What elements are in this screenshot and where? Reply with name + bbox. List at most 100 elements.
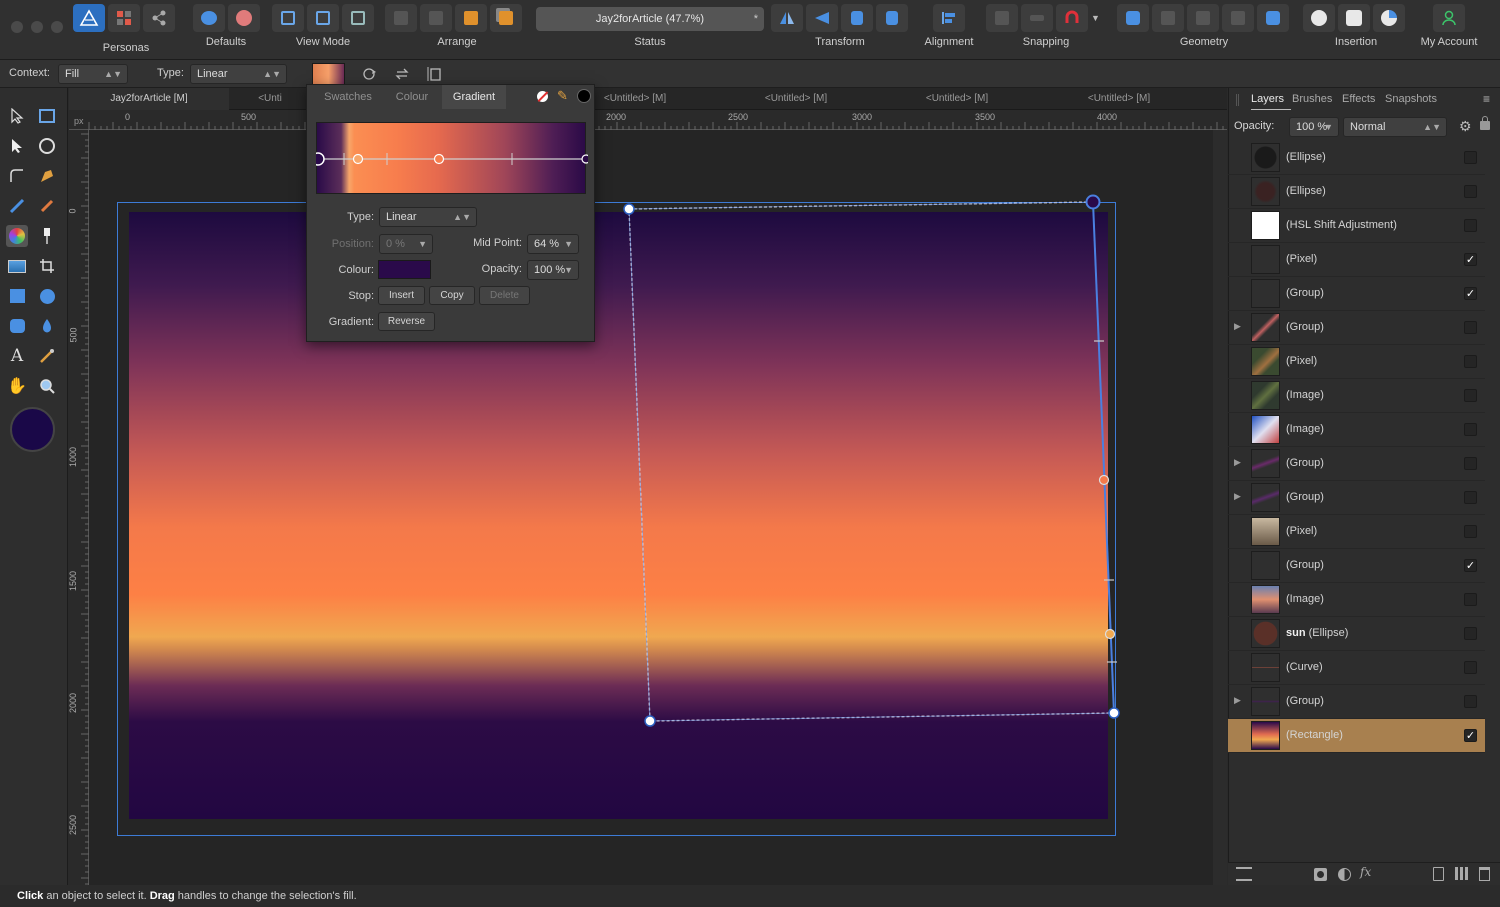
- add-pixel-layer-icon[interactable]: [1433, 867, 1444, 881]
- flip-horizontal-icon[interactable]: [771, 4, 803, 32]
- boolean-xor-icon[interactable]: [1222, 4, 1254, 32]
- adjustment-layer-icon[interactable]: [1338, 868, 1351, 881]
- layer-visibility-checkbox[interactable]: ✓: [1464, 559, 1477, 572]
- point-transform-tool-icon[interactable]: [36, 135, 58, 157]
- window-zoom-button[interactable]: [51, 21, 63, 33]
- snapping-options-chevron-icon[interactable]: ▼: [1091, 4, 1101, 32]
- layer-visibility-checkbox[interactable]: [1464, 185, 1477, 198]
- eyedropper-icon[interactable]: ✎: [557, 88, 568, 104]
- layer-stack-icon[interactable]: [1236, 867, 1252, 881]
- view-mode-clip-icon[interactable]: [307, 4, 339, 32]
- layer-row[interactable]: ▶ (Group): [1228, 311, 1485, 345]
- fill-tool-icon[interactable]: [6, 225, 28, 247]
- vector-brush-tool-icon[interactable]: [36, 195, 58, 217]
- layer-row[interactable]: (Group) ✓: [1228, 549, 1485, 583]
- expand-arrow-icon[interactable]: ▶: [1234, 491, 1241, 502]
- layer-row[interactable]: (Curve): [1228, 651, 1485, 685]
- pen-tool-icon[interactable]: [36, 165, 58, 187]
- layer-row[interactable]: ▶ (Group): [1228, 685, 1485, 719]
- gradient-stop[interactable]: [581, 154, 588, 164]
- rotate-left-icon[interactable]: [841, 4, 873, 32]
- no-fill-icon[interactable]: [537, 91, 548, 102]
- layer-row[interactable]: (Image): [1228, 413, 1485, 447]
- layer-visibility-checkbox[interactable]: [1464, 219, 1477, 232]
- layer-row[interactable]: ▶ (Group): [1228, 447, 1485, 481]
- copy-stop-button[interactable]: Copy: [429, 286, 475, 305]
- gp-opacity-field[interactable]: 100 % ▼: [527, 260, 579, 280]
- tab-gradient[interactable]: Gradient: [442, 85, 506, 109]
- expand-arrow-icon[interactable]: ▶: [1234, 695, 1241, 706]
- layer-visibility-checkbox[interactable]: [1464, 355, 1477, 368]
- layer-row[interactable]: (Ellipse): [1228, 175, 1485, 209]
- panel-grip-icon[interactable]: [1236, 94, 1239, 106]
- expand-arrow-icon[interactable]: ▶: [1234, 321, 1241, 332]
- move-back-one-icon[interactable]: [420, 4, 452, 32]
- panel-menu-icon[interactable]: ≡: [1483, 92, 1490, 106]
- designer-persona-icon[interactable]: [73, 4, 105, 32]
- boolean-subtract-icon[interactable]: [1152, 4, 1184, 32]
- snap-pixel-icon[interactable]: [1021, 4, 1053, 32]
- view-mode-artboard-icon[interactable]: [342, 4, 374, 32]
- artboard-tool-icon[interactable]: [36, 105, 58, 127]
- layer-visibility-checkbox[interactable]: [1464, 695, 1477, 708]
- pixel-persona-icon[interactable]: [108, 4, 140, 32]
- move-tool-icon[interactable]: [6, 105, 28, 127]
- layer-row[interactable]: (Ellipse): [1228, 141, 1485, 175]
- layer-visibility-checkbox[interactable]: [1464, 457, 1477, 470]
- layer-visibility-checkbox[interactable]: [1464, 491, 1477, 504]
- view-tool-icon[interactable]: ✋: [6, 375, 28, 397]
- aspect-fill-icon[interactable]: [424, 63, 446, 85]
- add-group-icon[interactable]: [1455, 867, 1468, 880]
- flip-vertical-icon[interactable]: [806, 4, 838, 32]
- reverse-fill-icon[interactable]: [358, 63, 380, 85]
- transparency-tool-icon[interactable]: [36, 225, 58, 247]
- node-tool-icon[interactable]: [6, 135, 28, 157]
- rectangle-tool-icon[interactable]: [6, 285, 28, 307]
- window-close-button[interactable]: [11, 21, 23, 33]
- revert-defaults-icon[interactable]: [228, 4, 260, 32]
- layer-opacity-field[interactable]: 100 % ▼: [1289, 117, 1339, 137]
- layer-settings-gear-icon[interactable]: ⚙: [1459, 118, 1472, 135]
- tab-layers[interactable]: Layers: [1251, 93, 1284, 105]
- layer-visibility-checkbox[interactable]: [1464, 389, 1477, 402]
- insert-stop-button[interactable]: Insert: [378, 286, 425, 305]
- layer-row[interactable]: (HSL Shift Adjustment): [1228, 209, 1485, 243]
- place-image-tool-icon[interactable]: [6, 255, 28, 277]
- expand-arrow-icon[interactable]: ▶: [1234, 457, 1241, 468]
- artwork-gradient-rectangle[interactable]: [129, 212, 1108, 819]
- layer-visibility-checkbox[interactable]: [1464, 151, 1477, 164]
- delete-layer-trash-icon[interactable]: [1479, 867, 1490, 881]
- primary-colour-well[interactable]: [10, 407, 55, 452]
- insert-behind-icon[interactable]: [1338, 4, 1370, 32]
- layer-row[interactable]: (Image): [1228, 379, 1485, 413]
- layer-row[interactable]: (Pixel): [1228, 515, 1485, 549]
- ellipse-tool-icon[interactable]: [36, 285, 58, 307]
- tab-swatches[interactable]: Swatches: [314, 85, 382, 109]
- tab-effects[interactable]: Effects: [1342, 93, 1375, 105]
- layer-visibility-checkbox[interactable]: [1464, 321, 1477, 334]
- doc-tab[interactable]: Jay2forArticle [M]: [69, 88, 229, 110]
- move-to-front-icon[interactable]: [490, 4, 522, 32]
- layer-row[interactable]: (Image): [1228, 583, 1485, 617]
- layer-visibility-checkbox[interactable]: ✓: [1464, 253, 1477, 266]
- gp-type-dropdown[interactable]: Linear ▲▼: [379, 207, 477, 227]
- layer-visibility-checkbox[interactable]: [1464, 593, 1477, 606]
- layer-visibility-checkbox[interactable]: ✓: [1464, 729, 1477, 742]
- layer-visibility-checkbox[interactable]: [1464, 423, 1477, 436]
- sync-defaults-icon[interactable]: [193, 4, 225, 32]
- teardrop-tool-icon[interactable]: [36, 315, 58, 337]
- picked-colour-swatch[interactable]: [577, 89, 591, 103]
- insert-top-icon[interactable]: [1373, 4, 1405, 32]
- layer-row[interactable]: (Pixel): [1228, 345, 1485, 379]
- type-dropdown[interactable]: Linear ▲▼: [190, 64, 287, 84]
- corner-tool-icon[interactable]: [6, 165, 28, 187]
- zoom-tool-icon[interactable]: [36, 375, 58, 397]
- artistic-text-tool-icon[interactable]: A: [6, 345, 28, 367]
- layer-row[interactable]: (Rectangle) ✓: [1228, 719, 1485, 753]
- doc-tab[interactable]: <Untitled> [M]: [595, 88, 675, 110]
- rounded-rectangle-tool-icon[interactable]: [6, 315, 28, 337]
- doc-tab[interactable]: <Untitled> [M]: [1079, 88, 1159, 110]
- snapping-magnet-icon[interactable]: [1056, 4, 1088, 32]
- crop-tool-icon[interactable]: [36, 255, 58, 277]
- boolean-divide-icon[interactable]: [1257, 4, 1289, 32]
